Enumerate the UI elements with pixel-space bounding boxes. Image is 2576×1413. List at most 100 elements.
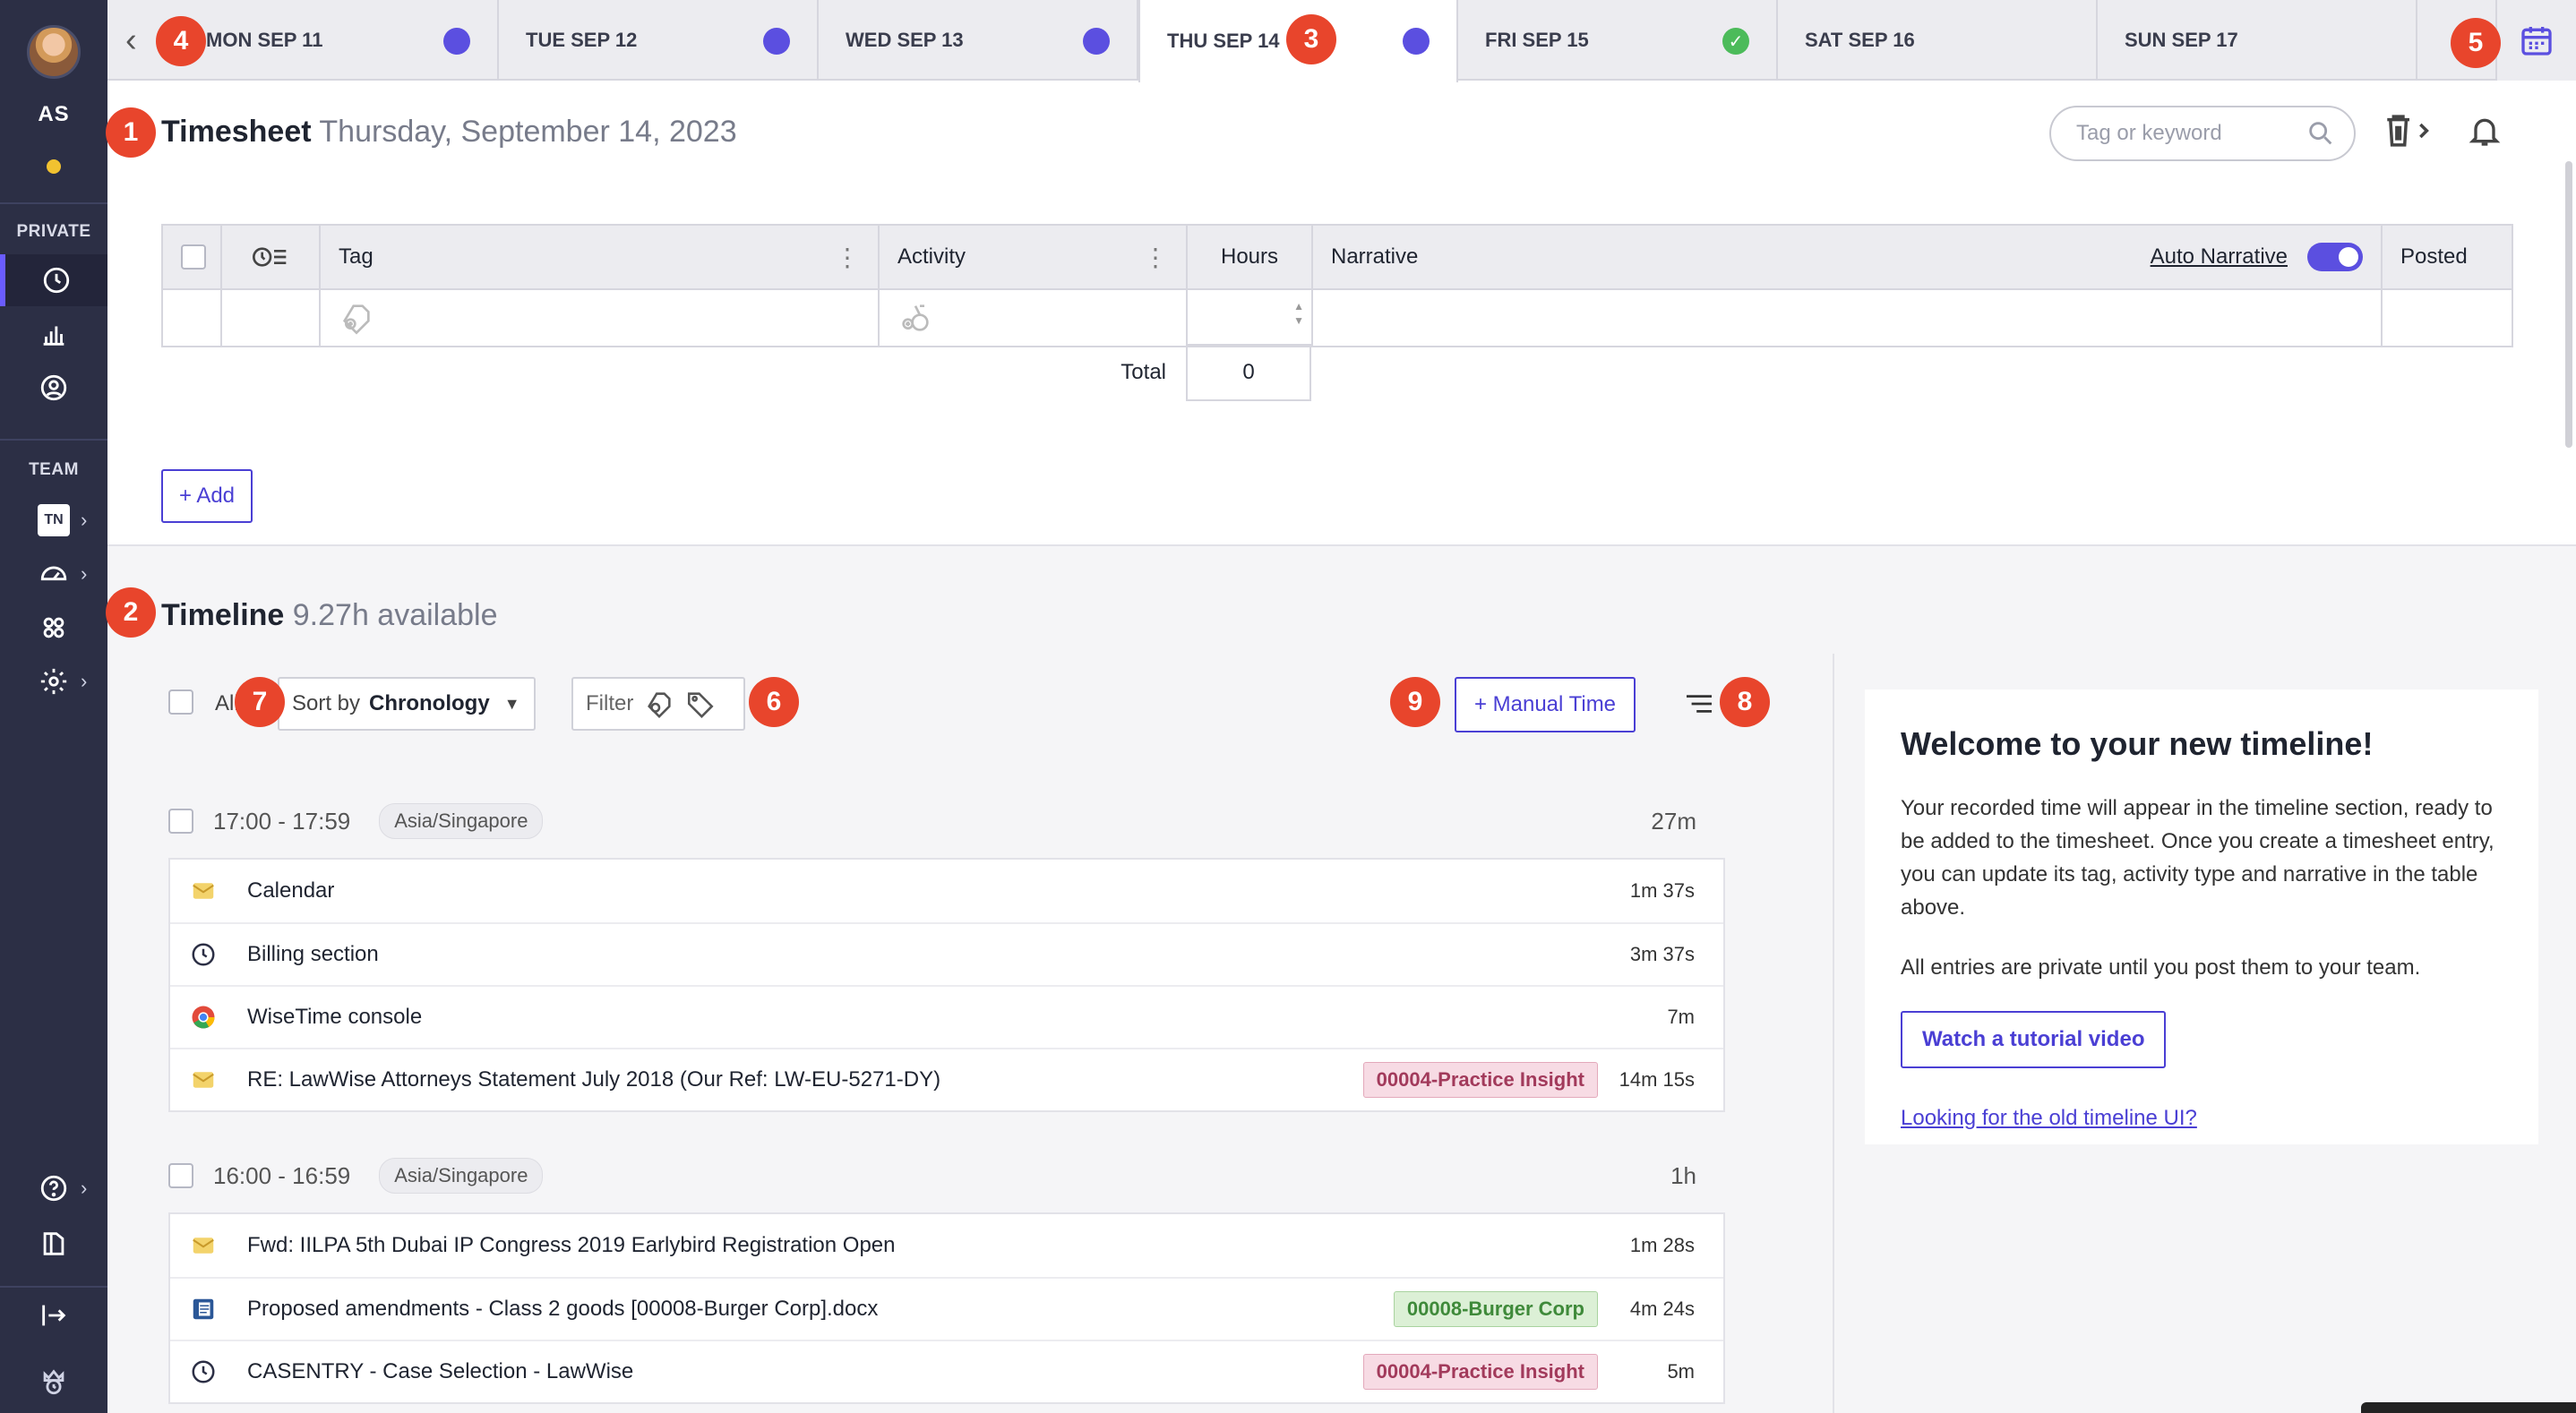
search-input[interactable]: Tag or keyword: [2049, 106, 2356, 161]
entry-title: Proposed amendments - Class 2 goods [000…: [247, 1297, 879, 1321]
filter-button[interactable]: Filter: [571, 677, 745, 731]
sidebar-item-reports[interactable]: [0, 308, 107, 360]
annotation-marker: 2: [106, 587, 156, 638]
trash-icon[interactable]: [2383, 111, 2436, 150]
user-initials: AS: [38, 102, 70, 126]
entry-title: Billing section: [247, 942, 379, 966]
annotation-marker: 5: [2451, 18, 2501, 68]
group-total: 1h: [1670, 1161, 1696, 1189]
auto-narrative-toggle[interactable]: [2307, 243, 2363, 271]
entry-tag[interactable]: 00008-Burger Corp: [1393, 1291, 1598, 1327]
column-options[interactable]: [222, 226, 321, 288]
tag-cell[interactable]: [321, 290, 880, 346]
check-icon: ✓: [1722, 28, 1749, 55]
caret-down-icon: ▼: [503, 694, 520, 713]
tab-wed-sep-13[interactable]: WED SEP 13: [819, 0, 1138, 81]
sidebar-item-brand[interactable]: [0, 1356, 107, 1408]
help-icon: [40, 1175, 67, 1202]
timeline-entry[interactable]: Billing section 3m 37s: [170, 922, 1723, 985]
available-hours: 9.27h available: [292, 598, 498, 632]
tab-sun-sep-17[interactable]: SUN SEP 17: [2098, 0, 2417, 81]
entry-tag[interactable]: 00004-Practice Insight: [1362, 1354, 1598, 1390]
sidebar-item-docs[interactable]: [0, 1218, 107, 1270]
sidebar-item-team-switch[interactable]: TN ›: [0, 494, 107, 546]
timeline-title: Timeline: [161, 598, 285, 632]
bell-icon[interactable]: [2467, 113, 2503, 149]
stepper-arrows-icon[interactable]: ▲ ▼: [1293, 299, 1304, 328]
timezone-badge: Asia/Singapore: [379, 1158, 544, 1194]
tab-mon-sep-11[interactable]: MON SEP 11: [179, 0, 499, 81]
clock-list-icon: [253, 247, 287, 267]
search-placeholder: Tag or keyword: [2076, 121, 2222, 145]
sidebar-item-profile[interactable]: [0, 362, 107, 414]
sidebar-item-logout[interactable]: [0, 1289, 107, 1341]
more-vertical-icon[interactable]: ⋮: [835, 243, 860, 272]
select-all-timeline-checkbox[interactable]: [168, 689, 193, 715]
sort-dropdown[interactable]: Sort by Chronology ▼: [278, 677, 536, 731]
auto-narrative-label[interactable]: Auto Narrative: [2151, 244, 2288, 270]
total-value: 0: [1186, 344, 1311, 401]
total-label: Total: [1121, 360, 1166, 384]
sort-lines-icon[interactable]: [1684, 691, 1714, 716]
entry-tag[interactable]: 00004-Practice Insight: [1362, 1062, 1598, 1098]
tab-label: FRI SEP 15: [1485, 29, 1589, 51]
timesheet-date: Thursday, September 14, 2023: [319, 115, 737, 149]
timeline-entry[interactable]: CASENTRY - Case Selection - LawWise 0000…: [170, 1340, 1723, 1402]
select-all-checkbox[interactable]: [181, 244, 206, 270]
sidebar-divider: [0, 439, 107, 441]
sidebar-item-timesheet[interactable]: [0, 254, 107, 306]
posted-cell: [2383, 290, 2512, 346]
tutorial-video-button[interactable]: Watch a tutorial video: [1901, 1011, 2167, 1068]
clock-icon: [43, 267, 70, 294]
timeline-entry[interactable]: Calendar 1m 37s: [170, 860, 1723, 922]
day-status-dot: [1403, 28, 1430, 55]
narrative-cell[interactable]: [1313, 290, 2383, 346]
annotation-marker: 9: [1390, 677, 1440, 727]
sidebar-item-members[interactable]: [0, 602, 107, 654]
timesheet-table: Tag ⋮ Activity ⋮ Hours Narrative Auto Narr…: [161, 224, 2513, 347]
timeline-entry[interactable]: WiseTime console 7m: [170, 985, 1723, 1048]
timeline-entry[interactable]: Proposed amendments - Class 2 goods [000…: [170, 1277, 1723, 1340]
timeline-entry[interactable]: Fwd: IILPA 5th Dubai IP Congress 2019 Ea…: [170, 1214, 1723, 1277]
manual-time-button[interactable]: + Manual Time: [1455, 677, 1636, 732]
outlook-icon: [188, 876, 219, 906]
avatar[interactable]: [27, 25, 81, 79]
tab-tue-sep-12[interactable]: TUE SEP 12: [499, 0, 819, 81]
group-checkbox[interactable]: [168, 1163, 193, 1188]
timeline-group: Fwd: IILPA 5th Dubai IP Congress 2019 Ea…: [168, 1212, 1725, 1404]
entry-title: WiseTime console: [247, 1005, 423, 1029]
column-label: Posted: [2400, 244, 2468, 269]
entry-duration: 7m: [1667, 1006, 1695, 1028]
old-timeline-link[interactable]: Looking for the old timeline UI?: [1901, 1106, 2503, 1131]
add-button[interactable]: + Add: [161, 469, 253, 523]
clock-icon: [188, 939, 219, 970]
tab-sat-sep-16[interactable]: SAT SEP 16: [1778, 0, 2098, 81]
sidebar-item-dashboard[interactable]: ›: [0, 548, 107, 600]
sidebar-item-help[interactable]: ›: [0, 1162, 107, 1214]
search-icon: [2309, 122, 2332, 145]
calendar-button[interactable]: [2495, 0, 2576, 81]
group-checkbox[interactable]: [168, 809, 193, 834]
tab-label: SAT SEP 16: [1805, 29, 1915, 51]
group-range: 17:00 - 17:59: [213, 807, 351, 835]
add-tag-icon: [342, 304, 370, 335]
chevron-left-icon[interactable]: ‹: [125, 21, 137, 60]
annotation-marker: 1: [106, 107, 156, 158]
more-vertical-icon[interactable]: ⋮: [1143, 243, 1168, 272]
timeline-group-header: 16:00 - 16:59 Asia/Singapore 1h: [168, 1153, 1696, 1198]
welcome-title: Welcome to your new timeline!: [1901, 725, 2374, 762]
hours-stepper[interactable]: ▲ ▼: [1188, 290, 1313, 346]
scrollbar[interactable]: [2565, 161, 2572, 448]
table-row: ▲ ▼: [163, 288, 2512, 346]
team-section-label: TEAM: [29, 460, 79, 479]
welcome-panel: Welcome to your new timeline! Your recor…: [1865, 689, 2538, 1144]
tab-fri-sep-15[interactable]: FRI SEP 15 ✓: [1458, 0, 1778, 81]
sidebar-item-settings[interactable]: ›: [0, 655, 107, 707]
row-select-cell: [163, 290, 222, 346]
column-hours: Hours: [1188, 226, 1313, 288]
gauge-icon: [40, 566, 67, 581]
timeline-entry[interactable]: RE: LawWise Attorneys Statement July 201…: [170, 1048, 1723, 1110]
activity-cell[interactable]: [880, 290, 1188, 346]
chevron-right-icon: ›: [81, 509, 88, 531]
entry-duration: 14m 15s: [1619, 1068, 1695, 1091]
